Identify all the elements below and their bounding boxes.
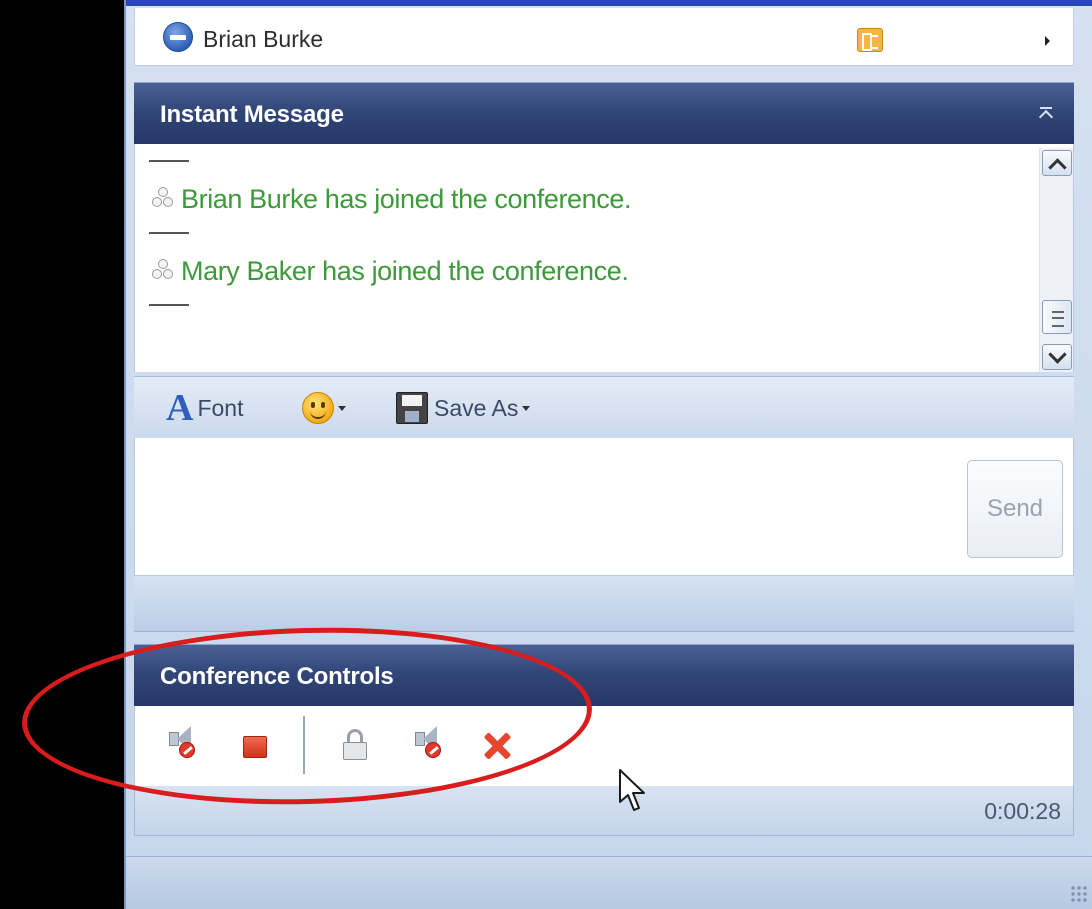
save-as-label: Save As <box>434 394 519 421</box>
dropdown-arrow-icon <box>338 405 346 411</box>
contact-card-icon[interactable] <box>857 28 883 52</box>
elapsed-time: 0:00:28 <box>984 798 1061 824</box>
conference-status-bar: 0:00:28 <box>134 786 1074 836</box>
participant-name: Brian Burke <box>203 26 324 52</box>
system-message-text: Brian Burke has joined the conference. <box>181 184 632 214</box>
font-label: Font <box>197 394 244 421</box>
stop-button[interactable] <box>237 726 273 766</box>
mute-audience-button[interactable] <box>165 726 201 766</box>
message-separator <box>149 232 189 234</box>
send-button[interactable]: Send <box>967 460 1063 558</box>
collapse-icon[interactable] <box>1038 107 1056 123</box>
panel-spacer <box>134 576 1074 632</box>
participant-joined-icon <box>149 186 177 213</box>
system-message: Brian Burke has joined the conference. <box>149 184 631 215</box>
window-footer <box>126 856 1092 909</box>
end-conference-icon <box>481 730 513 762</box>
instant-message-title: Instant Message <box>160 101 344 128</box>
mute-all-button[interactable] <box>411 726 447 766</box>
conference-controls-toolbar <box>134 706 1074 786</box>
scroll-up-button[interactable] <box>1042 150 1072 176</box>
message-separator <box>149 304 189 306</box>
participant-row[interactable]: Brian Burke <box>134 8 1074 66</box>
conference-window: Brian Burke Instant Message Brian Burke … <box>124 0 1092 909</box>
message-scrollbar[interactable] <box>1039 148 1073 372</box>
smiley-icon <box>302 392 334 424</box>
window-top-border <box>126 0 1092 6</box>
conference-controls-title: Conference Controls <box>160 663 394 690</box>
conference-controls-header: Conference Controls <box>134 644 1074 706</box>
font-icon: A <box>166 387 194 429</box>
resize-grip-icon[interactable] <box>1070 885 1088 903</box>
message-compose-field[interactable]: Send <box>134 438 1074 576</box>
toolbar-divider <box>303 716 305 774</box>
system-message: Mary Baker has joined the conference. <box>149 256 629 287</box>
dropdown-arrow-icon <box>522 405 531 411</box>
floppy-disk-icon <box>396 392 428 424</box>
mouse-cursor-icon <box>619 769 645 811</box>
font-button[interactable]: A Font <box>166 387 244 429</box>
message-history[interactable]: Brian Burke has joined the conference. M… <box>134 144 1074 372</box>
lock-conference-button[interactable] <box>337 726 373 766</box>
scroll-thumb[interactable] <box>1042 300 1072 334</box>
expand-arrow-icon[interactable] <box>1045 36 1050 46</box>
presence-busy-icon <box>163 22 193 52</box>
emoticon-button[interactable] <box>302 391 346 425</box>
scroll-down-button[interactable] <box>1042 344 1072 370</box>
format-toolbar: A Font Save As <box>134 376 1074 438</box>
system-message-text: Mary Baker has joined the conference. <box>181 256 629 286</box>
end-conference-button[interactable] <box>479 726 515 766</box>
stop-icon <box>243 736 267 758</box>
instant-message-header: Instant Message <box>134 82 1074 144</box>
message-separator <box>149 160 189 162</box>
save-as-button[interactable]: Save As <box>396 391 531 425</box>
participant-joined-icon <box>149 258 177 285</box>
